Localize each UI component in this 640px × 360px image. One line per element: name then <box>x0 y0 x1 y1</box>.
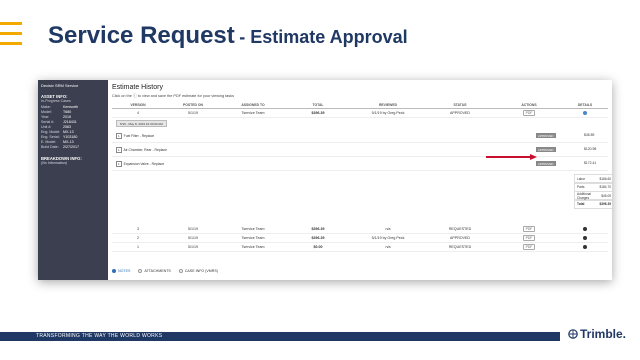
expand-toggle[interactable]: 1 <box>116 133 122 139</box>
estimate-history-rows: 3 5/1/19 Tservice Team $396.39 n/a REQUE… <box>112 225 608 252</box>
footer-bar: TRANSFORMING THE WAY THE WORLD WORKS <box>0 332 560 341</box>
trimble-globe-icon <box>568 329 578 339</box>
menu-icon <box>0 22 22 48</box>
approved-badge: APPROVED <box>536 133 556 138</box>
table-header: VERSION POSTED ON ASSIGNED TO TOTAL REVI… <box>112 102 608 109</box>
asset-info-sub[interactable]: In-Progress Cases <box>41 99 105 103</box>
table-row[interactable]: 1 5/1/19 Tservice Team $0.00 n/a REQUEST… <box>112 243 608 252</box>
expand-icon[interactable] <box>583 235 587 240</box>
radio-icon <box>112 269 116 273</box>
callout-arrow <box>486 154 538 160</box>
approved-badge: APPROVED <box>536 147 556 152</box>
tab-case-info[interactable]: CASE INFO (VMRS) <box>178 269 218 273</box>
tab-attachments[interactable]: ATTACHMENTS <box>138 269 171 273</box>
repair-label: Expansion Valve - Replace <box>123 162 165 166</box>
slide-title-sub: - Estimate Approval <box>239 27 408 47</box>
slide-title-main: Service Request <box>48 22 235 49</box>
dealer-name: Decisiv SRM Service <box>41 83 79 88</box>
estimate-table: VERSION POSTED ON ASSIGNED TO TOTAL REVI… <box>112 102 608 171</box>
table-row[interactable]: 2 5/1/19 Tservice Team $396.39 5/1/19 by… <box>112 234 608 243</box>
totals-row: Total $396.39 <box>574 199 612 209</box>
expand-icon[interactable] <box>583 226 587 231</box>
estimate-history-title: Estimate History <box>112 84 163 91</box>
pdf-button[interactable]: PDF <box>522 226 536 232</box>
approved-badge: APPROVED <box>536 161 556 166</box>
pdf-button[interactable]: PDF <box>522 244 536 250</box>
trimble-logo: Trimble. <box>568 327 626 341</box>
radio-icon <box>178 269 183 273</box>
app-screenshot: Decisiv SRM Service ASSET INFO: In-Progr… <box>38 80 612 280</box>
table-row[interactable]: 4 5/1/19 Tservice Team $396.39 5/1/19 by… <box>112 109 608 118</box>
repair-label: Air Chamber, Rear - Replace <box>123 148 167 152</box>
repair-amount: $172.41 <box>584 161 597 165</box>
estimate-panel: Estimate History Click on the ⓘ to view … <box>108 80 612 280</box>
expand-toggle[interactable]: 1 <box>116 147 122 153</box>
estimate-instructions: Click on the ⓘ to view and save the PDF … <box>112 94 234 98</box>
breakdown-value: (No Information) <box>41 161 67 165</box>
repair-amount: $120.98 <box>584 147 597 151</box>
repair-line[interactable]: 1 Fuel Filter - Replace APPROVED $45.89 <box>112 129 608 143</box>
tab-notes[interactable]: NOTES <box>112 269 130 273</box>
slide-title: Service Request - Estimate Approval <box>48 22 408 50</box>
asset-sidebar: Decisiv SRM Service ASSET INFO: In-Progr… <box>38 80 108 280</box>
asset-fields: Make: Kenworth Model: T680 Year: 2018 Seria… <box>41 105 105 150</box>
pdf-button[interactable]: PDF <box>522 110 536 116</box>
repair-label: Fuel Filter - Replace <box>123 134 155 138</box>
radio-icon <box>138 269 143 273</box>
date-tag: 5/16 - May 8, 2019 10:30:00 AM <box>116 120 167 127</box>
info-icon[interactable] <box>583 110 587 115</box>
asset-field: Build Date: 2/27/2017 <box>41 145 79 149</box>
logo-text: Trimble. <box>580 327 627 341</box>
totals-box: Labor $166.60 Parts $184.70 Additional Cha… <box>574 174 612 209</box>
expand-icon[interactable] <box>583 244 587 249</box>
pdf-button[interactable]: PDF <box>522 235 536 241</box>
repair-amount: $45.89 <box>584 133 595 137</box>
bottom-tabs: NOTES ATTACHMENTS CASE INFO (VMRS) <box>112 269 218 273</box>
table-row[interactable]: 3 5/1/19 Tservice Team $396.39 n/a REQUE… <box>112 225 608 234</box>
expand-toggle[interactable]: 1 <box>116 161 122 167</box>
